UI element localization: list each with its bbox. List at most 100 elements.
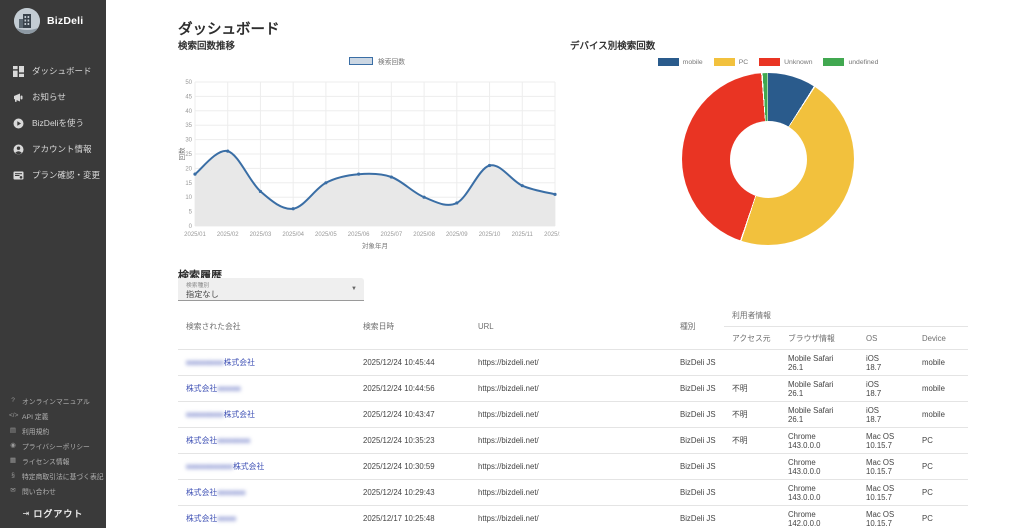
os-cell: iOS18.7 [858,350,914,376]
sidebar-item-label: お知らせ [32,91,66,103]
company-name-redacted[interactable]: ●●●●●●●● [186,358,224,367]
table-row: ●●●●●●●●●●株式会社2025/12/24 10:30:59https:/… [178,454,968,480]
sidebar: BizDeli ダッシュボードお知らせ BizDeliを使うアカウント情報プラン確… [0,0,106,528]
app-window: BizDeli ダッシュボードお知らせ BizDeliを使うアカウント情報プラン確… [0,0,1024,528]
datetime-cell: 2025/12/24 10:45:44 [355,350,470,376]
company-cell: 株式会社●●●●●● [178,480,355,506]
footer-link[interactable]: ◉プライバシーポリシー [0,438,106,453]
footer-link[interactable]: ?オンラインマニュアル [0,393,106,408]
company-name-link[interactable]: 株式会社 [186,488,217,497]
footer-link[interactable]: ▤利用規約 [0,423,106,438]
browser-cell: Mobile Safari26.1 [780,350,858,376]
browser-cell: Chrome143.0.0.0 [780,428,858,454]
donut-legend-item[interactable]: mobile [658,58,703,66]
legend-label: PC [739,59,748,66]
svg-text:45: 45 [185,94,192,100]
account-icon [13,144,24,155]
sidebar-item-dashboard[interactable]: ダッシュボード [0,58,106,84]
chevron-down-icon: ▼ [351,286,357,292]
donut-hole [730,121,807,198]
company-name-link[interactable]: 株式会社 [233,462,264,471]
company-cell: 株式会社●●●●●●● [178,428,355,454]
donut-chart-title: デバイス別検索回数 [570,38,966,52]
device-cell: mobile [914,376,968,402]
license-icon: ▦ [9,457,17,464]
col-url: URL [470,304,672,350]
url-cell: https://bizdeli.net/ [470,376,672,402]
main-content: ダッシュボード 検索回数推移 検索回数 05101520253035404550… [106,0,1024,528]
svg-text:50: 50 [185,80,192,86]
logout-icon: ⇥ [23,509,30,518]
footer-link-label: 利用規約 [22,426,49,436]
line-chart-title: 検索回数推移 [178,38,560,52]
sidebar-item-plan-card[interactable]: プラン確認・変更 [0,162,106,188]
device-search-count-chart: デバイス別検索回数 mobile PC Unknown undefined [570,38,966,245]
device-cell: mobile [914,402,968,428]
svg-text:2025/04: 2025/04 [282,232,304,238]
company-name-redacted[interactable]: ●●●●● [217,384,241,393]
legend-label: mobile [683,59,703,66]
svg-text:10: 10 [185,195,192,201]
footer-link[interactable]: ▦ライセンス情報 [0,453,106,468]
type-cell: BizDeli JS [672,480,724,506]
footer-link-label: 特定商取引法に基づく表記 [22,471,104,481]
company-name-link[interactable]: 株式会社 [224,358,255,367]
svg-text:回数: 回数 [178,147,186,161]
company-name-link[interactable]: 株式会社 [224,410,255,419]
url-cell: https://bizdeli.net/ [470,480,672,506]
access-from-cell: 不明 [724,428,780,454]
os-cell: iOS18.7 [858,402,914,428]
sidebar-item-label: BizDeliを使う [32,117,84,129]
logo[interactable]: BizDeli [0,0,106,44]
company-name-link[interactable]: 株式会社 [186,514,217,523]
col-browser: ブラウザ情報 [780,327,858,350]
code-icon: </> [9,412,17,419]
device-cell: PC [914,480,968,506]
type-cell: BizDeli JS [672,454,724,480]
company-name-redacted[interactable]: ●●●● [217,514,236,523]
type-cell: BizDeli JS [672,402,724,428]
footer-link[interactable]: </>API 定義 [0,408,106,423]
svg-text:20: 20 [185,166,192,172]
svg-text:25: 25 [185,152,192,158]
select-value: 指定なし [186,288,219,300]
type-cell: BizDeli JS [672,428,724,454]
page-title: ダッシュボード [178,18,280,39]
company-name-link[interactable]: 株式会社 [186,436,217,445]
col-type: 種別 [672,304,724,350]
logo-text: BizDeli [47,15,83,27]
url-cell: https://bizdeli.net/ [470,454,672,480]
access-from-cell: 不明 [724,402,780,428]
device-cell: PC [914,506,968,528]
donut-legend-item[interactable]: undefined [823,58,878,66]
sidebar-item-play-circle[interactable]: BizDeliを使う [0,110,106,136]
company-cell: ●●●●●●●●株式会社 [178,350,355,376]
sidebar-item-account[interactable]: アカウント情報 [0,136,106,162]
company-name-redacted[interactable]: ●●●●●●●●●● [186,462,233,471]
footer-link[interactable]: ✉問い合わせ [0,483,106,498]
company-name-link[interactable]: 株式会社 [186,384,217,393]
donut-legend-item[interactable]: Unknown [759,58,812,66]
privacy-icon: ◉ [9,442,17,449]
device-cell: PC [914,428,968,454]
sidebar-item-megaphone[interactable]: お知らせ [0,84,106,110]
company-cell: ●●●●●●●●●●株式会社 [178,454,355,480]
search-type-select[interactable]: 検索種別 指定なし ▼ [178,278,364,301]
company-name-redacted[interactable]: ●●●●●●●● [186,410,224,419]
footer-link[interactable]: § 特定商取引法に基づく表記 [0,468,106,483]
col-company: 検索された会社 [178,304,355,350]
dashboard-icon [13,66,24,77]
os-cell: iOS18.7 [858,376,914,402]
help-circle-icon: ? [9,397,17,404]
url-cell: https://bizdeli.net/ [470,428,672,454]
company-name-redacted[interactable]: ●●●●●● [217,488,245,497]
svg-text:2025/09: 2025/09 [446,232,468,238]
search-history-table: 検索された会社 検索日時 URL 種別 利用者情報 アクセス元 ブラウザ情報 O… [178,304,968,528]
svg-text:対象年月: 対象年月 [362,241,388,250]
line-chart-legend[interactable]: 検索回数 [194,56,560,66]
logout-button[interactable]: ⇥ ログアウト [0,507,106,520]
law-icon: § [9,472,17,479]
donut-legend-item[interactable]: PC [714,58,748,66]
mail-icon: ✉ [9,487,17,494]
company-name-redacted[interactable]: ●●●●●●● [217,436,250,445]
